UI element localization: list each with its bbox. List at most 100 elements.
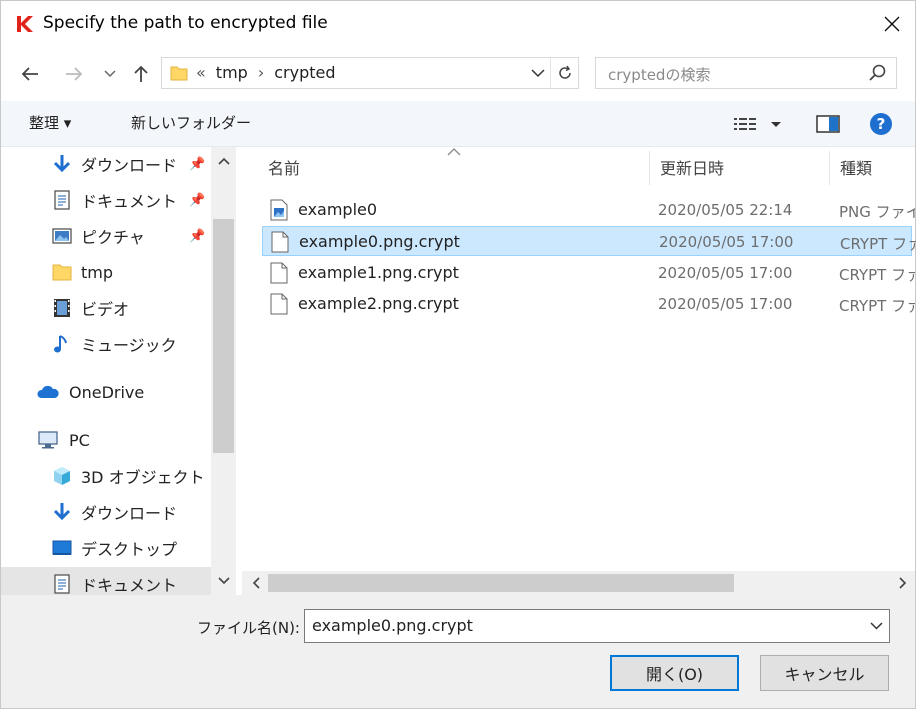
file-name: example2.png.crypt [298,294,459,313]
scroll-right-button[interactable] [893,573,913,593]
refresh-button[interactable] [550,58,578,88]
video-icon [54,299,70,317]
scrollbar-thumb[interactable] [268,574,734,592]
cancel-button[interactable]: キャンセル [760,655,889,691]
sort-ascending-icon [447,145,461,160]
close-icon [884,16,900,32]
music-icon [54,335,67,353]
sidebar-item-label: ビデオ [81,300,130,319]
close-button[interactable] [869,1,915,47]
organize-button[interactable]: 整理 ▾ [29,112,71,133]
pin-icon: 📌 [189,156,206,172]
file-list: 名前 更新日時 種類 example0 2020/05/05 22:14 PNG… [242,145,916,595]
kaspersky-logo-icon [17,16,33,32]
sidebar-item-pc[interactable]: PC [1,423,211,457]
file-icon [270,293,288,315]
sidebar-item-label: ダウンロード [81,504,178,523]
sidebar-item-label: ダウンロード [81,156,178,175]
preview-pane-icon [816,115,840,133]
file-type: PNG ファイル [839,203,915,221]
file-row-example2-png-crypt[interactable]: example2.png.crypt 2020/05/05 17:00 CRYP… [262,289,915,319]
address-history-dropdown[interactable] [526,58,550,88]
sidebar-item-downloads[interactable]: ダウンロード [1,495,211,529]
sidebar-item-label: ドキュメント [81,192,178,211]
sidebar-item-downloads-quick[interactable]: ダウンロード 📌 [1,147,211,181]
change-view-button[interactable] [731,111,783,137]
preview-pane-button[interactable] [813,111,843,137]
chevron-down-icon [104,70,116,78]
sidebar-item-label: tmp [81,262,114,282]
sidebar-item-label: OneDrive [69,382,145,402]
filename-dropdown-button[interactable] [867,617,885,635]
navigation-bar: « tmp › crypted cryptedの検索 [1,47,915,101]
chevron-right-icon [899,577,907,589]
column-divider[interactable] [649,151,650,185]
breadcrumb-item-tmp[interactable]: tmp [216,63,248,82]
breadcrumb-separator[interactable]: › [258,63,264,82]
computer-icon [38,431,58,449]
help-button[interactable]: ? [867,111,895,137]
sidebar-item-music[interactable]: ミュージック [1,327,211,361]
sidebar-item-label: ピクチャ [81,228,145,247]
up-button[interactable] [128,61,154,87]
search-box[interactable]: cryptedの検索 [595,57,897,89]
file-row-example0[interactable]: example0 2020/05/05 22:14 PNG ファイル [262,195,915,225]
sidebar-item-desktop[interactable]: デスクトップ [1,531,211,565]
sidebar-item-videos[interactable]: ビデオ [1,291,211,325]
download-icon [53,155,71,173]
file-date: 2020/05/05 22:14 [658,201,793,219]
column-header-date[interactable]: 更新日時 [660,155,724,179]
sidebar-item-documents-quick[interactable]: ドキュメント 📌 [1,183,211,217]
file-date: 2020/05/05 17:00 [658,264,793,282]
recent-locations-button[interactable] [99,61,121,87]
sidebar-item-documents[interactable]: ドキュメント [1,567,211,595]
filename-value: example0.png.crypt [312,616,473,635]
scroll-left-button[interactable] [246,573,266,593]
scrollbar-thumb[interactable] [213,219,234,453]
sidebar-item-tmp[interactable]: tmp [1,255,211,289]
file-row-example1-png-crypt[interactable]: example1.png.crypt 2020/05/05 17:00 CRYP… [262,258,915,288]
scroll-down-button[interactable] [211,571,236,591]
pin-icon: 📌 [189,228,206,244]
sidebar-item-3d-objects[interactable]: 3D オブジェクト [1,459,211,493]
title-bar: Specify the path to encrypted file [1,1,915,47]
scroll-up-button[interactable] [211,151,236,171]
forward-button[interactable] [61,61,87,87]
view-list-icon [734,118,781,130]
address-bar[interactable]: « tmp › crypted [161,57,579,89]
breadcrumb-overflow[interactable]: « [196,63,206,82]
column-header-name[interactable]: 名前 [268,155,300,179]
arrow-left-icon [21,67,38,81]
open-button[interactable]: 開く(O) [610,655,739,691]
filename-label: ファイル名(N): [197,619,300,637]
chevron-down-icon [531,68,545,77]
sidebar-scrollbar[interactable] [211,147,236,595]
column-divider[interactable] [829,151,830,185]
sidebar-item-onedrive[interactable]: OneDrive [1,375,211,409]
search-icon [869,64,886,81]
download-icon [53,503,71,521]
document-icon [54,190,70,210]
refresh-icon [558,65,571,79]
file-date: 2020/05/05 17:00 [659,233,794,251]
dialog-footer: ファイル名(N): example0.png.crypt 開く(O) キャンセル [1,595,915,708]
sidebar-item-label: PC [69,430,90,450]
filename-field[interactable]: example0.png.crypt [304,609,890,643]
arrow-up-icon [134,65,148,82]
file-row-example0-png-crypt[interactable]: example0.png.crypt 2020/05/05 17:00 CRYP… [262,226,916,256]
chevron-up-icon [217,157,230,165]
file-icon [271,231,289,253]
file-icon [270,262,288,284]
new-folder-button[interactable]: 新しいフォルダー [131,112,251,133]
sidebar-item-label: ドキュメント [81,576,178,595]
breadcrumb-item-crypted[interactable]: crypted [274,63,335,82]
sidebar-item-pictures[interactable]: ピクチャ 📌 [1,219,211,253]
column-header-type[interactable]: 種類 [840,155,872,179]
svg-text:?: ? [877,115,886,133]
chevron-down-icon [869,622,883,630]
file-list-scrollbar[interactable] [242,571,915,595]
file-name: example1.png.crypt [298,263,459,282]
breadcrumb: « tmp › crypted [196,63,336,82]
arrow-right-icon [66,67,83,81]
back-button[interactable] [17,61,43,87]
